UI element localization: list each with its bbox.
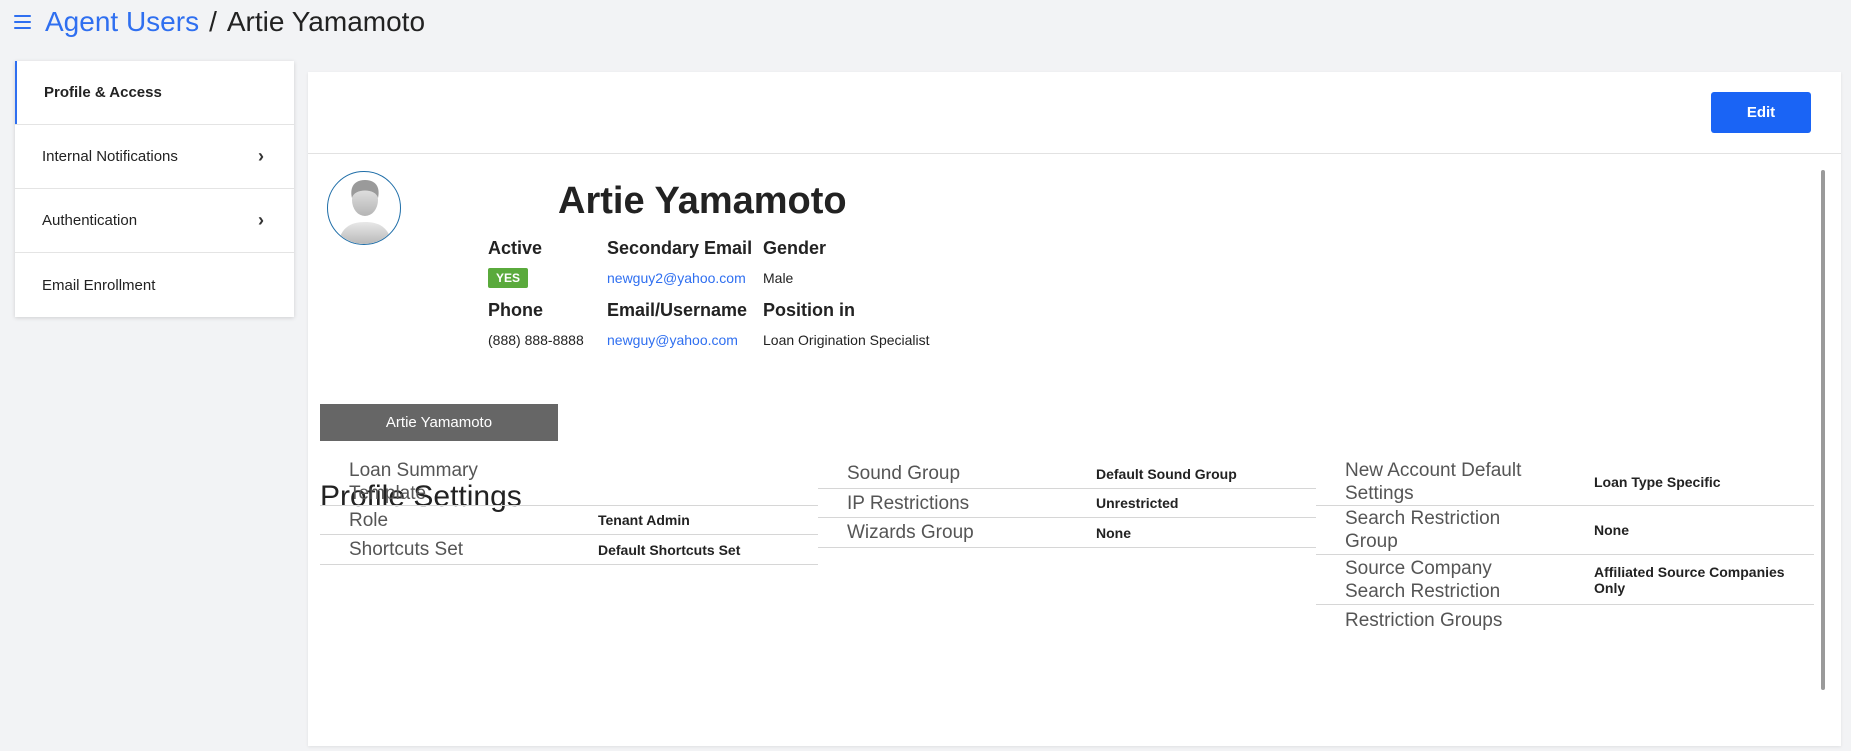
settings-row: Wizards Group None <box>818 518 1316 548</box>
user-full-name: Artie Yamamoto <box>558 180 847 222</box>
breadcrumb-separator: / <box>209 6 217 37</box>
field-secondary-email: Secondary Email newguy2@yahoo.com <box>607 238 752 286</box>
field-label: Position in <box>763 300 855 320</box>
sidebar-item-label: Email Enrollment <box>42 276 156 294</box>
settings-row: New Account Default Settings Loan Type S… <box>1316 459 1814 506</box>
settings-column-2: Sound Group Default Sound Group IP Restr… <box>818 459 1316 548</box>
sidebar-item-label: Profile & Access <box>44 84 162 101</box>
settings-row: Sound Group Default Sound Group <box>818 459 1316 489</box>
field-label: Gender <box>763 238 827 258</box>
setting-label: Source Company Search Restriction <box>1345 557 1501 602</box>
sidebar-item-label: Internal Notifications <box>42 148 178 165</box>
breadcrumb-parent-link[interactable]: Agent Users <box>45 6 199 38</box>
field-value: Male <box>763 270 794 286</box>
settings-column-1: Loan Summary Template Role Tenant Admin … <box>320 459 818 565</box>
setting-value: Loan Type Specific <box>1594 474 1721 490</box>
settings-row: Shortcuts Set Default Shortcuts Set <box>320 535 818 565</box>
setting-value: Unrestricted <box>1096 495 1179 511</box>
settings-row: Role Tenant Admin <box>320 506 818 535</box>
avatar <box>327 171 401 245</box>
settings-row: Source Company Search Restriction Affili… <box>1316 555 1814 605</box>
sidebar-item-authentication[interactable]: Authentication › <box>15 189 294 253</box>
sidebar-item-internal-notifications[interactable]: Internal Notifications › <box>15 125 294 189</box>
field-email-username: Email/Username newguy@yahoo.com <box>607 300 747 348</box>
settings-column-3: New Account Default Settings Loan Type S… <box>1316 459 1814 635</box>
field-gender: Gender Male <box>763 238 826 286</box>
profile-panel: Edit Artie Yamamoto Artie Yamamoto Activ… <box>308 72 1841 746</box>
field-position: Position in Loan Origination Specialist <box>763 300 930 348</box>
field-active: Active YES <box>488 238 542 288</box>
field-label: Active <box>488 238 543 258</box>
settings-row: Restriction Groups <box>1316 605 1814 635</box>
setting-value: Tenant Admin <box>598 512 690 528</box>
setting-label: Shortcuts Set <box>349 539 464 560</box>
setting-label: Search Restriction Group <box>1345 508 1501 552</box>
setting-label: Role <box>349 509 389 531</box>
panel-header: Edit <box>308 72 1841 154</box>
setting-value: Default Shortcuts Set <box>598 541 741 558</box>
setting-label: Sound Group <box>847 463 961 484</box>
setting-label: Wizards Group <box>847 522 974 543</box>
edit-button[interactable]: Edit <box>1711 92 1811 133</box>
settings-row: Search Restriction Group None <box>1316 506 1814 555</box>
setting-label: Loan Summary Template <box>349 460 478 504</box>
scrollbar[interactable] <box>1821 170 1825 690</box>
field-label: Secondary Email <box>607 238 753 258</box>
user-silhouette-icon <box>338 180 392 244</box>
setting-value: None <box>1594 522 1629 538</box>
breadcrumb: Agent Users / Artie Yamamoto <box>14 4 425 40</box>
menu-icon[interactable] <box>14 15 31 29</box>
secondary-email-link[interactable]: newguy2@yahoo.com <box>607 270 752 286</box>
setting-value: Default Sound Group <box>1096 465 1237 482</box>
chevron-right-icon: › <box>258 146 264 166</box>
settings-row: IP Restrictions Unrestricted <box>818 489 1316 518</box>
setting-label: Restriction Groups <box>1345 609 1503 631</box>
field-label: Email/Username <box>607 300 748 320</box>
sidebar-nav: Profile & Access Internal Notifications … <box>15 61 294 317</box>
page-title: Artie Yamamoto <box>226 6 426 37</box>
field-phone: Phone (888) 888-8888 <box>488 300 584 348</box>
setting-label: New Account Default Settings <box>1345 460 1522 504</box>
avatar-caption: Artie Yamamoto <box>320 404 558 441</box>
sidebar-item-profile-access[interactable]: Profile & Access <box>15 61 294 125</box>
setting-label: IP Restrictions <box>847 492 970 514</box>
chevron-right-icon: › <box>258 210 264 230</box>
setting-value: None <box>1096 524 1131 541</box>
settings-row: Loan Summary Template <box>320 459 818 506</box>
sidebar-item-label: Authentication <box>42 212 138 229</box>
field-value: (888) 888-8888 <box>488 332 584 348</box>
sidebar-item-email-enrollment[interactable]: Email Enrollment <box>15 253 294 317</box>
status-badge: YES <box>488 268 529 288</box>
field-label: Phone <box>488 300 544 320</box>
email-username-link[interactable]: newguy@yahoo.com <box>607 332 747 348</box>
setting-value: Affiliated Source Companies Only <box>1594 563 1785 596</box>
field-value: Loan Origination Specialist <box>763 332 930 348</box>
